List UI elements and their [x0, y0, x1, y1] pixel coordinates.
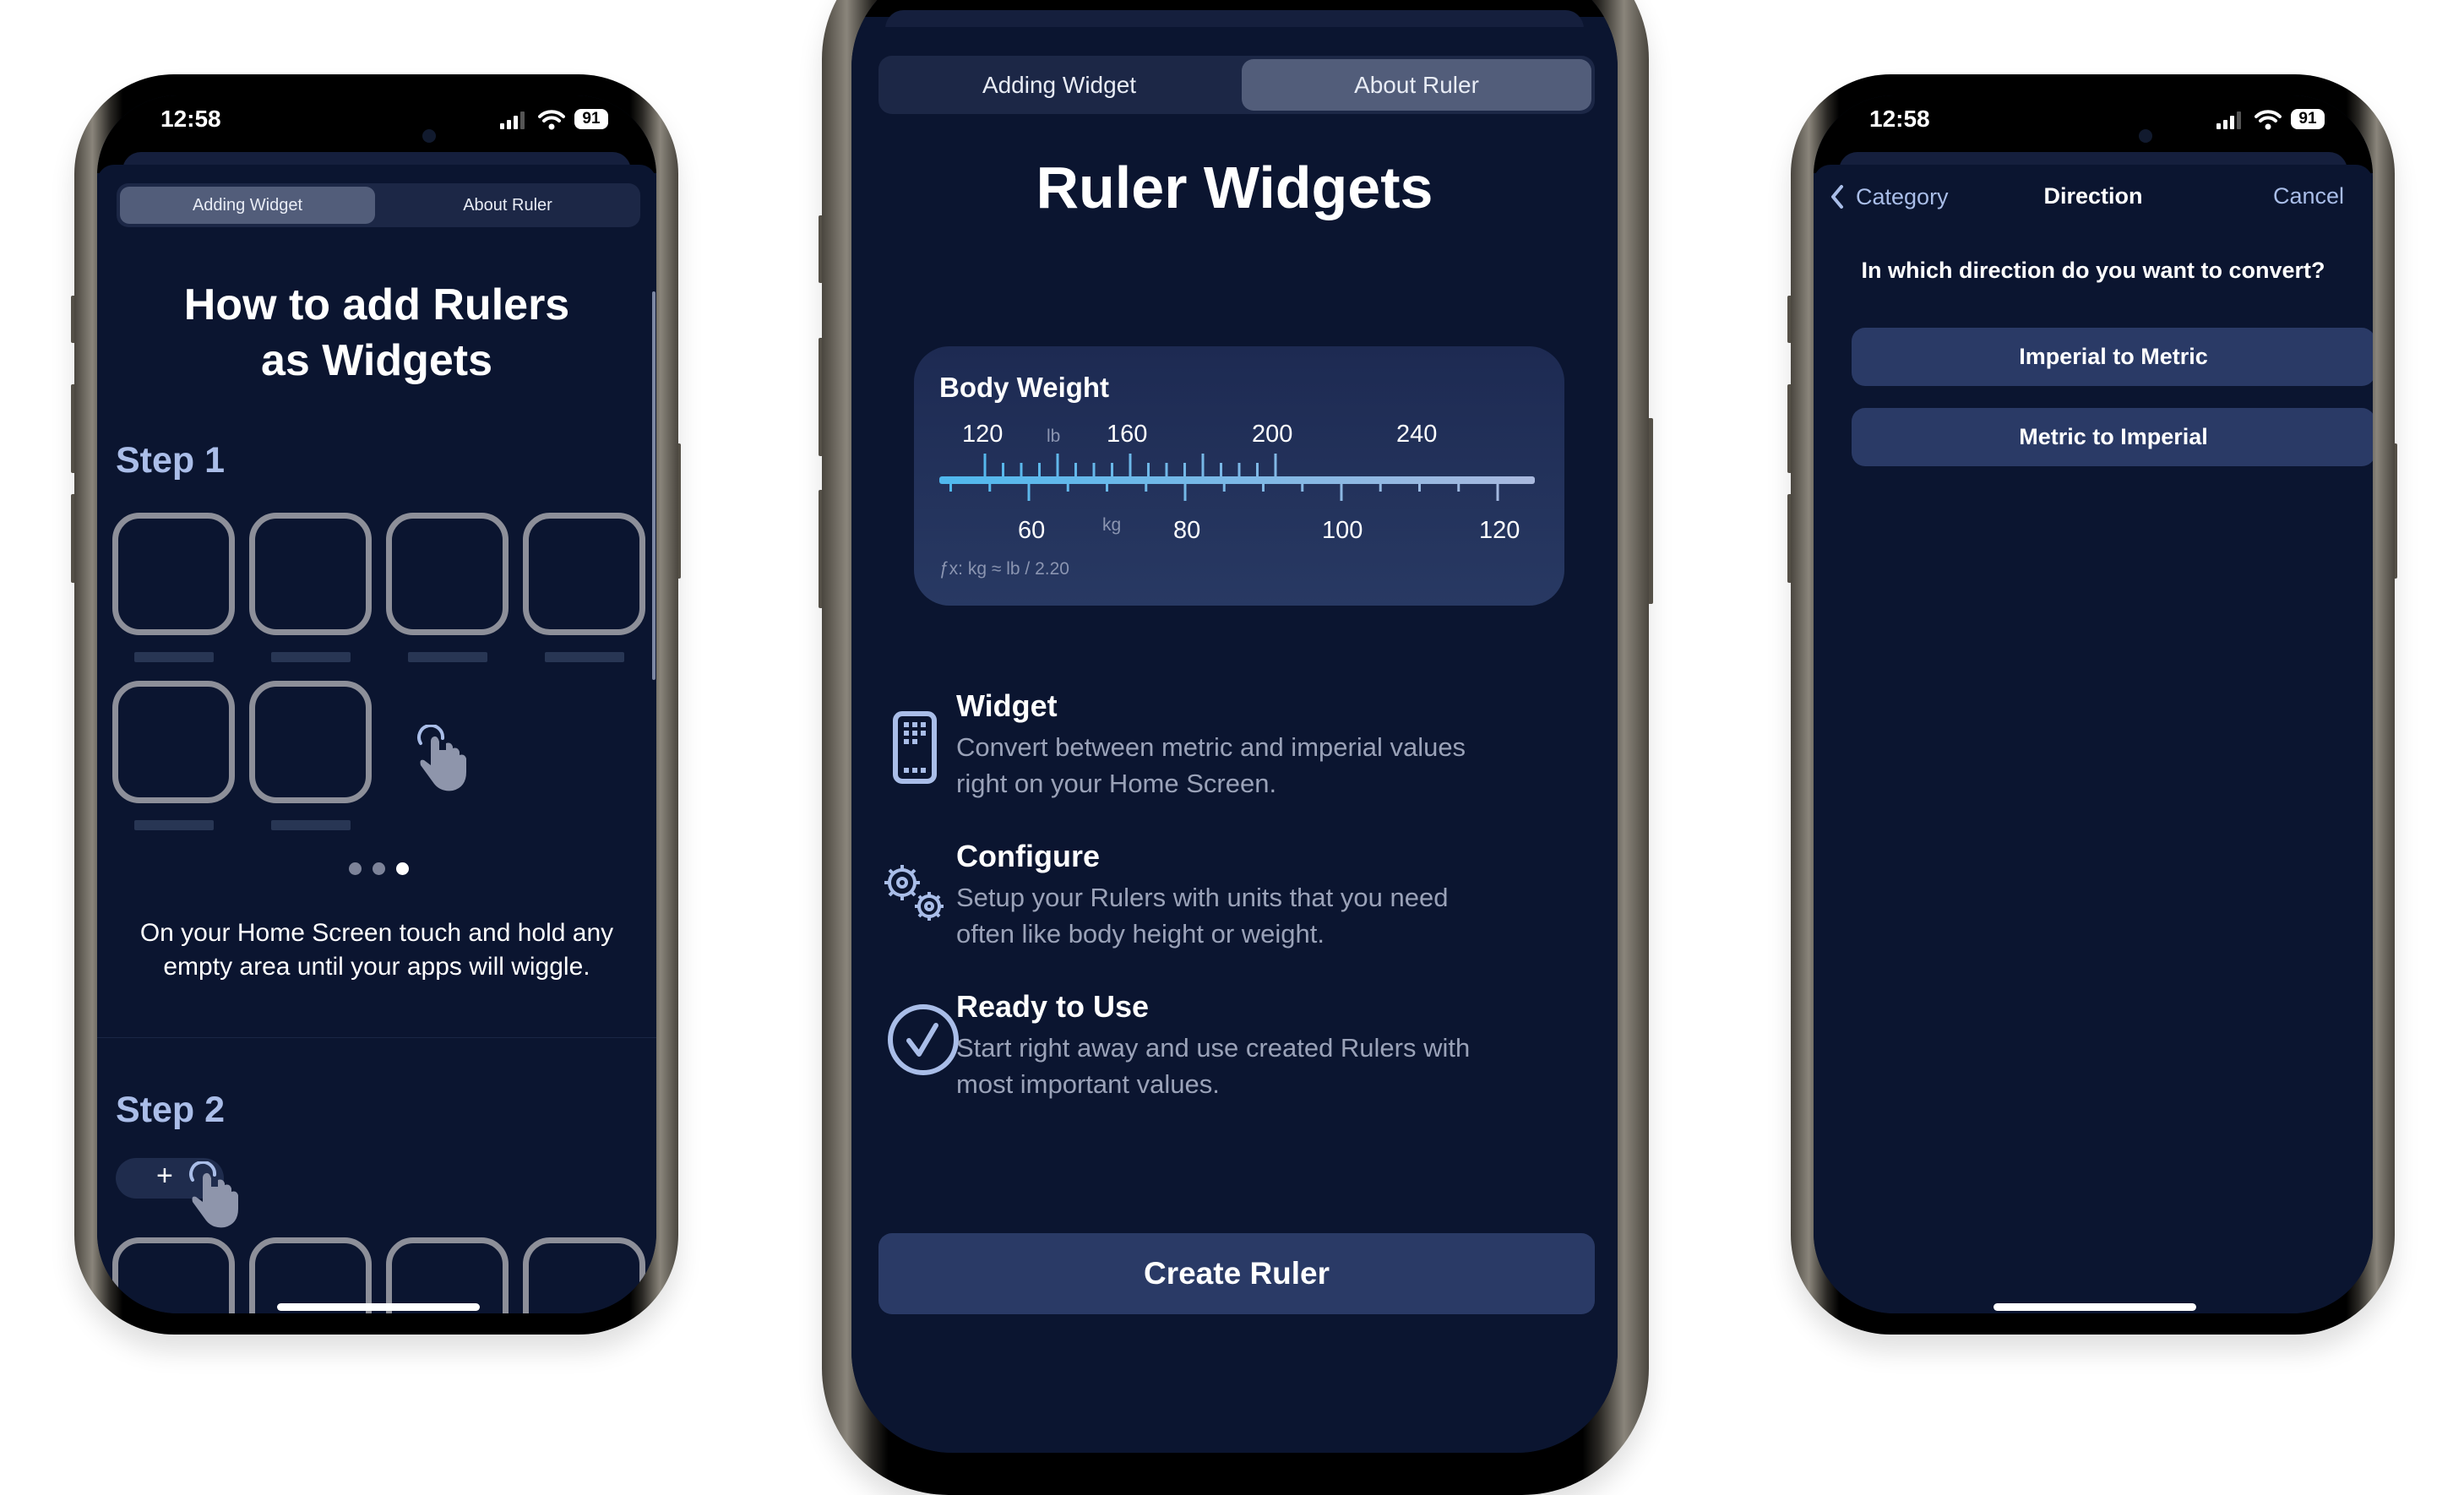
metric-to-imperial-button[interactable]: Metric to Imperial [1852, 408, 2373, 466]
tab-adding-widget[interactable]: Adding Widget [882, 59, 1237, 111]
app-label-placeholder [545, 652, 624, 662]
app-placeholder [249, 513, 372, 635]
divider [97, 1037, 656, 1038]
app-placeholder [112, 681, 235, 803]
plus-icon: + [156, 1160, 173, 1192]
signal-icon [2217, 111, 2241, 129]
feature-title: Widget [956, 688, 1058, 723]
app-placeholder [249, 1237, 372, 1313]
kg-label: 120 [1479, 517, 1520, 544]
conversion-formula: ƒx: kg ≈ lb / 2.20 [939, 559, 1069, 579]
signal-icon [500, 111, 525, 129]
tab-label: Adding Widget [192, 195, 303, 215]
title-line: How to add Rulers [183, 280, 570, 329]
feature-title: Ready to Use [956, 989, 1150, 1024]
app-label-placeholder [134, 652, 214, 662]
page-title: How to add Rulers as Widgets [97, 277, 656, 389]
step1-description: On your Home Screen touch and hold any e… [97, 916, 656, 984]
cancel-button[interactable]: Cancel [2273, 183, 2344, 209]
step2-heading: Step 2 [116, 1090, 226, 1130]
lb-label: 200 [1252, 421, 1293, 448]
camera-icon [2139, 129, 2152, 143]
wifi-icon [538, 110, 565, 130]
segmented-control: Adding Widget About Ruler [878, 56, 1595, 114]
tap-hand-icon [189, 1161, 238, 1228]
left-phone: 12:58 91 Adding Widget About Ruler How t… [0, 0, 760, 1408]
tab-about-ruler[interactable]: About Ruler [378, 187, 637, 224]
app-label-placeholder [408, 652, 487, 662]
battery-indicator: 91 [574, 109, 608, 129]
tab-label: About Ruler [1354, 71, 1479, 98]
app-label-placeholder [134, 820, 214, 830]
step1-heading: Step 1 [116, 440, 226, 481]
description-line: often like body height or weight. [956, 919, 1324, 949]
tab-label: About Ruler [463, 195, 552, 215]
status-time: 12:58 [160, 106, 221, 132]
lb-ticks [983, 454, 1277, 477]
tab-about-ruler[interactable]: About Ruler [1242, 59, 1591, 111]
app-placeholder [523, 1237, 645, 1313]
app-placeholder [386, 1237, 509, 1313]
feature-title: Configure [956, 839, 1100, 873]
app-placeholder [112, 513, 235, 635]
ruler-card[interactable]: Body Weight 120 lb 160 200 240 60 kg 80 [914, 346, 1564, 606]
camera-icon [422, 129, 436, 143]
tab-adding-widget[interactable]: Adding Widget [120, 187, 375, 224]
page-title: Ruler Widgets [1036, 155, 1433, 220]
page-dot-active[interactable] [396, 862, 409, 875]
widget-phone-icon [893, 711, 937, 784]
battery-indicator: 91 [2291, 109, 2325, 129]
checkmark-circle-icon [888, 1004, 959, 1075]
home-indicator[interactable] [1994, 1303, 2196, 1311]
description-line: empty area until your apps will wiggle. [163, 953, 590, 981]
phone-screen: Adding Widget About Ruler Ruler Widgets … [851, 0, 1618, 1453]
app-label-placeholder [271, 820, 351, 830]
kg-ticks [949, 483, 1499, 501]
kg-label: 60 [1018, 517, 1046, 544]
tap-hand-icon [417, 725, 466, 791]
description-line: Setup your Rulers with units that you ne… [956, 883, 1449, 912]
description-line: Start right away and use created Rulers … [956, 1033, 1471, 1063]
middle-phone: Adding Widget About Ruler Ruler Widgets … [760, 0, 1732, 1495]
feature-description: Convert between metric and imperial valu… [956, 729, 1466, 802]
feature-description: Start right away and use created Rulers … [956, 1030, 1470, 1102]
create-ruler-button[interactable]: Create Ruler [878, 1233, 1595, 1314]
direction-question: In which direction do you want to conver… [1861, 258, 2325, 283]
lb-label: 240 [1396, 421, 1438, 448]
phone-screen: 12:58 91 Adding Widget About Ruler How t… [97, 95, 656, 1313]
tab-label: Adding Widget [982, 71, 1137, 98]
phone-screen: 12:58 91 Category Direction Cancel In wh… [1814, 95, 2373, 1313]
status-time: 12:58 [1869, 106, 1930, 132]
app-placeholder [523, 513, 645, 635]
app-placeholder [112, 1237, 235, 1313]
page-dot[interactable] [349, 862, 362, 875]
button-label: Create Ruler [1143, 1256, 1330, 1291]
feature-description: Setup your Rulers with units that you ne… [956, 879, 1448, 952]
title-line: as Widgets [260, 336, 493, 385]
page-dot[interactable] [373, 862, 385, 875]
app-label-placeholder [271, 652, 351, 662]
app-placeholder [249, 681, 372, 803]
wifi-icon [2255, 110, 2282, 130]
button-label: Metric to Imperial [2019, 424, 2208, 449]
kg-label: 80 [1173, 517, 1201, 544]
home-indicator[interactable] [277, 1303, 480, 1311]
segmented-control: Adding Widget About Ruler [117, 183, 640, 227]
lb-unit: lb [1047, 427, 1061, 446]
right-phone: 12:58 91 Category Direction Cancel In wh… [1732, 0, 2464, 1408]
button-label: Imperial to Metric [2019, 344, 2208, 369]
lb-label: 120 [962, 421, 1004, 448]
kg-unit: kg [1102, 515, 1122, 535]
kg-label: 100 [1322, 517, 1363, 544]
gears-icon [884, 865, 944, 921]
description-line: Convert between metric and imperial valu… [956, 732, 1466, 762]
description-line: On your Home Screen touch and hold any [139, 919, 614, 947]
lb-label: 160 [1107, 421, 1148, 448]
description-line: most important values. [956, 1069, 1220, 1099]
description-line: right on your Home Screen. [956, 769, 1277, 798]
ruler-bar [939, 476, 1535, 484]
imperial-to-metric-button[interactable]: Imperial to Metric [1852, 328, 2373, 386]
app-placeholder [386, 513, 509, 635]
